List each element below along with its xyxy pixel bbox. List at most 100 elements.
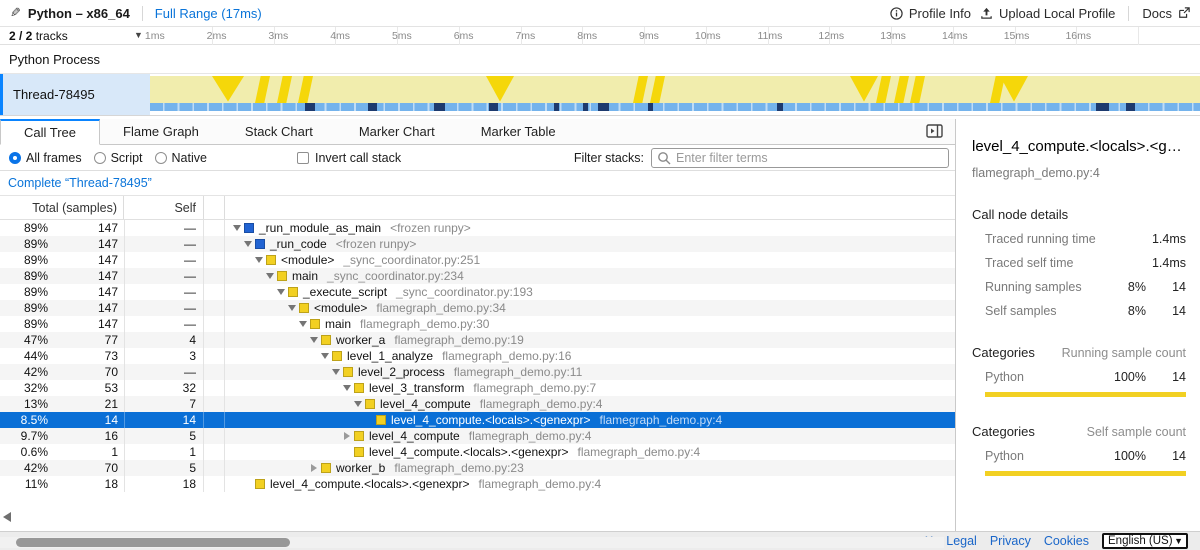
- footer-link-legal[interactable]: Legal: [946, 534, 977, 548]
- tab-label: Marker Chart: [359, 124, 435, 139]
- sample-dark-segment: [1096, 103, 1109, 111]
- collapse-icon[interactable]: [297, 321, 308, 327]
- radio-script[interactable]: Script: [94, 151, 143, 165]
- thread-activity-graph[interactable]: [150, 74, 1200, 115]
- calltree-row[interactable]: 44%733level_1_analyzeflamegraph_demo.py:…: [0, 348, 955, 364]
- expand-icon[interactable]: [308, 464, 319, 472]
- collapse-icon[interactable]: [231, 225, 242, 231]
- tab-call-tree[interactable]: Call Tree: [0, 119, 100, 145]
- horizontal-scrollbar-thumb[interactable]: [16, 538, 290, 547]
- column-header-total[interactable]: Total (samples): [0, 196, 124, 219]
- triangle-down-icon: [288, 305, 296, 311]
- calltree-row[interactable]: 89%147—<module>_sync_coordinator.py:251: [0, 252, 955, 268]
- tab-marker-chart[interactable]: Marker Chart: [336, 119, 458, 144]
- triangle-down-icon: [332, 369, 340, 375]
- triangle-down-icon: [255, 257, 263, 263]
- category-bar: [985, 392, 1186, 397]
- invert-call-stack-checkbox[interactable]: Invert call stack: [297, 151, 401, 165]
- categories-title: Categories: [972, 424, 1087, 439]
- profile-info-button[interactable]: Profile Info: [890, 6, 971, 21]
- thread-track-label[interactable]: Thread-78495: [3, 74, 150, 115]
- filter-stacks-input[interactable]: [651, 148, 949, 168]
- radio-label: Native: [172, 151, 207, 165]
- radio-native[interactable]: Native: [155, 151, 207, 165]
- calltree-row[interactable]: 89%147—_execute_script_sync_coordinator.…: [0, 284, 955, 300]
- scroll-left-arrow-icon[interactable]: [3, 512, 11, 522]
- row-self-samples: 3: [124, 348, 204, 364]
- expand-icon[interactable]: [341, 432, 352, 440]
- row-total-percent: 89%: [0, 253, 50, 267]
- sample-strip: [150, 103, 1200, 111]
- categories-header: CategoriesSelf sample count: [972, 424, 1186, 439]
- sidebar-toggle-button[interactable]: [926, 124, 943, 141]
- footer-link-cookies[interactable]: Cookies: [1044, 534, 1089, 548]
- calltree-row[interactable]: 89%147—_run_module_as_main<frozen runpy>: [0, 220, 955, 236]
- triangle-down-icon: [343, 385, 351, 391]
- calltree-row[interactable]: 89%147—<module>flamegraph_demo.py:34: [0, 300, 955, 316]
- detail-value: 1.4ms: [1146, 232, 1186, 246]
- yellow-category-icon: [343, 367, 353, 377]
- collapse-icon[interactable]: [264, 273, 275, 279]
- row-total-samples: 147: [50, 301, 124, 315]
- sample-dark-segment: [777, 103, 783, 111]
- info-icon: [890, 7, 903, 20]
- docs-link[interactable]: Docs: [1142, 6, 1190, 21]
- activity-slash: [910, 76, 925, 103]
- radio-label: Script: [111, 151, 143, 165]
- tab-label: Call Tree: [24, 125, 76, 140]
- timeline-header: 2 / 2 tracks ▼ 1ms2ms3ms4ms5ms6ms7ms8ms9…: [0, 27, 1200, 45]
- collapse-icon[interactable]: [242, 241, 253, 247]
- function-name: <module>: [314, 301, 367, 315]
- calltree-row[interactable]: 11%1818level_4_compute.<locals>.<genexpr…: [0, 476, 955, 492]
- calltree-row[interactable]: 42%705worker_bflamegraph_demo.py:23: [0, 460, 955, 476]
- row-spacer: [204, 300, 225, 316]
- file-location: flamegraph_demo.py:11: [454, 365, 583, 379]
- collapse-icon[interactable]: [330, 369, 341, 375]
- upload-icon: [980, 7, 993, 20]
- file-location: <frozen runpy>: [390, 221, 471, 235]
- sidebar-detail-row: Running samples8%14: [972, 280, 1186, 294]
- track-python-process[interactable]: Python Process: [0, 45, 1200, 74]
- calltree-row[interactable]: 89%147—main_sync_coordinator.py:234: [0, 268, 955, 284]
- timeline-ruler[interactable]: 1ms2ms3ms4ms5ms6ms7ms8ms9ms10ms11ms12ms1…: [150, 27, 1200, 45]
- function-name: level_4_compute: [369, 429, 460, 443]
- collapse-icon[interactable]: [286, 305, 297, 311]
- complete-range-link[interactable]: Complete “Thread-78495”: [8, 176, 152, 190]
- row-total-percent: 89%: [0, 301, 50, 315]
- column-header-self[interactable]: Self: [124, 196, 204, 219]
- horizontal-scrollbar-track[interactable]: [0, 537, 944, 548]
- calltree-row[interactable]: 0.6%11level_4_compute.<locals>.<genexpr>…: [0, 444, 955, 460]
- row-function-cell: <module>_sync_coordinator.py:251: [225, 253, 955, 267]
- function-name: worker_b: [336, 461, 385, 475]
- calltree-row[interactable]: 8.5%1414level_4_compute.<locals>.<genexp…: [0, 412, 955, 428]
- calltree-row[interactable]: 9.7%165level_4_computeflamegraph_demo.py…: [0, 428, 955, 444]
- collapse-icon[interactable]: [352, 401, 363, 407]
- row-total-samples: 53: [50, 381, 124, 395]
- tracks-count-dropdown[interactable]: 2 / 2 tracks: [9, 29, 68, 43]
- tab-label: Flame Graph: [123, 124, 199, 139]
- collapse-icon[interactable]: [253, 257, 264, 263]
- tab-stack-chart[interactable]: Stack Chart: [222, 119, 336, 144]
- collapse-icon[interactable]: [308, 337, 319, 343]
- calltree-row[interactable]: 32%5332level_3_transformflamegraph_demo.…: [0, 380, 955, 396]
- row-function-cell: level_4_computeflamegraph_demo.py:4: [225, 397, 955, 411]
- calltree-row[interactable]: 42%70—level_2_processflamegraph_demo.py:…: [0, 364, 955, 380]
- radio-label: All frames: [26, 151, 82, 165]
- full-range-link[interactable]: Full Range (17ms): [155, 6, 262, 21]
- calltree-row[interactable]: 89%147—_run_code<frozen runpy>: [0, 236, 955, 252]
- collapse-icon[interactable]: [341, 385, 352, 391]
- calltree-row[interactable]: 89%147—mainflamegraph_demo.py:30: [0, 316, 955, 332]
- sample-dark-segment: [305, 103, 315, 111]
- collapse-icon[interactable]: [319, 353, 330, 359]
- calltree-row[interactable]: 47%774worker_aflamegraph_demo.py:19: [0, 332, 955, 348]
- radio-all-frames[interactable]: All frames: [9, 151, 82, 165]
- footer-link-privacy[interactable]: Privacy: [990, 534, 1031, 548]
- track-thread-78495[interactable]: Thread-78495: [0, 74, 1200, 116]
- collapse-icon[interactable]: [275, 289, 286, 295]
- edit-profile-name-icon[interactable]: ✎: [10, 5, 21, 21]
- tab-flame-graph[interactable]: Flame Graph: [100, 119, 222, 144]
- upload-local-profile-button[interactable]: Upload Local Profile: [980, 6, 1115, 21]
- language-select[interactable]: English (US) ▼: [1102, 533, 1188, 549]
- calltree-row[interactable]: 13%217level_4_computeflamegraph_demo.py:…: [0, 396, 955, 412]
- tab-marker-table[interactable]: Marker Table: [458, 119, 579, 144]
